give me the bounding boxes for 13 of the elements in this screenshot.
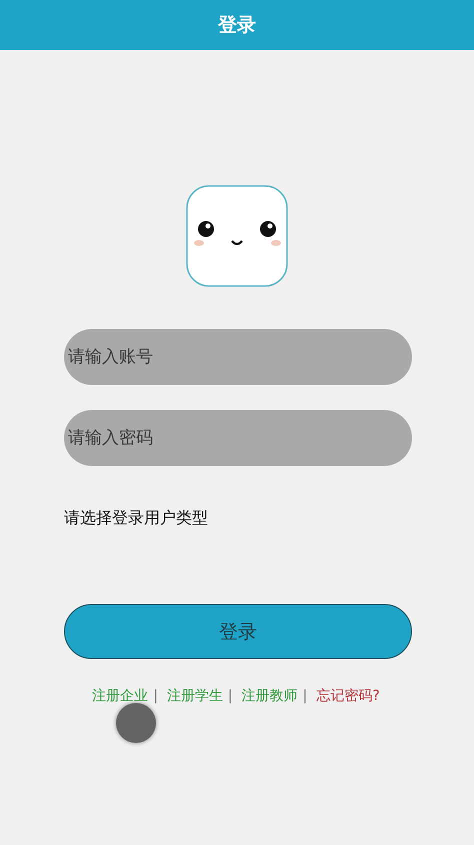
smiley-logo-icon	[186, 185, 288, 287]
page-title: 登录	[218, 13, 256, 38]
link[interactable]: 注册教师	[242, 687, 298, 705]
separator: |	[153, 688, 158, 704]
link[interactable]: 忘记密码?	[316, 687, 380, 705]
separator: |	[228, 688, 233, 704]
link[interactable]: 注册学生	[166, 687, 223, 705]
link[interactable]: 注册企业	[92, 687, 148, 705]
separator: |	[302, 688, 308, 704]
user-type-label: 请选择登录用户类型	[64, 508, 209, 529]
login-button[interactable]: 登录	[64, 604, 412, 659]
account-field[interactable]: 请输入账号	[64, 329, 412, 385]
password-field[interactable]: 请输入密码	[64, 410, 412, 466]
